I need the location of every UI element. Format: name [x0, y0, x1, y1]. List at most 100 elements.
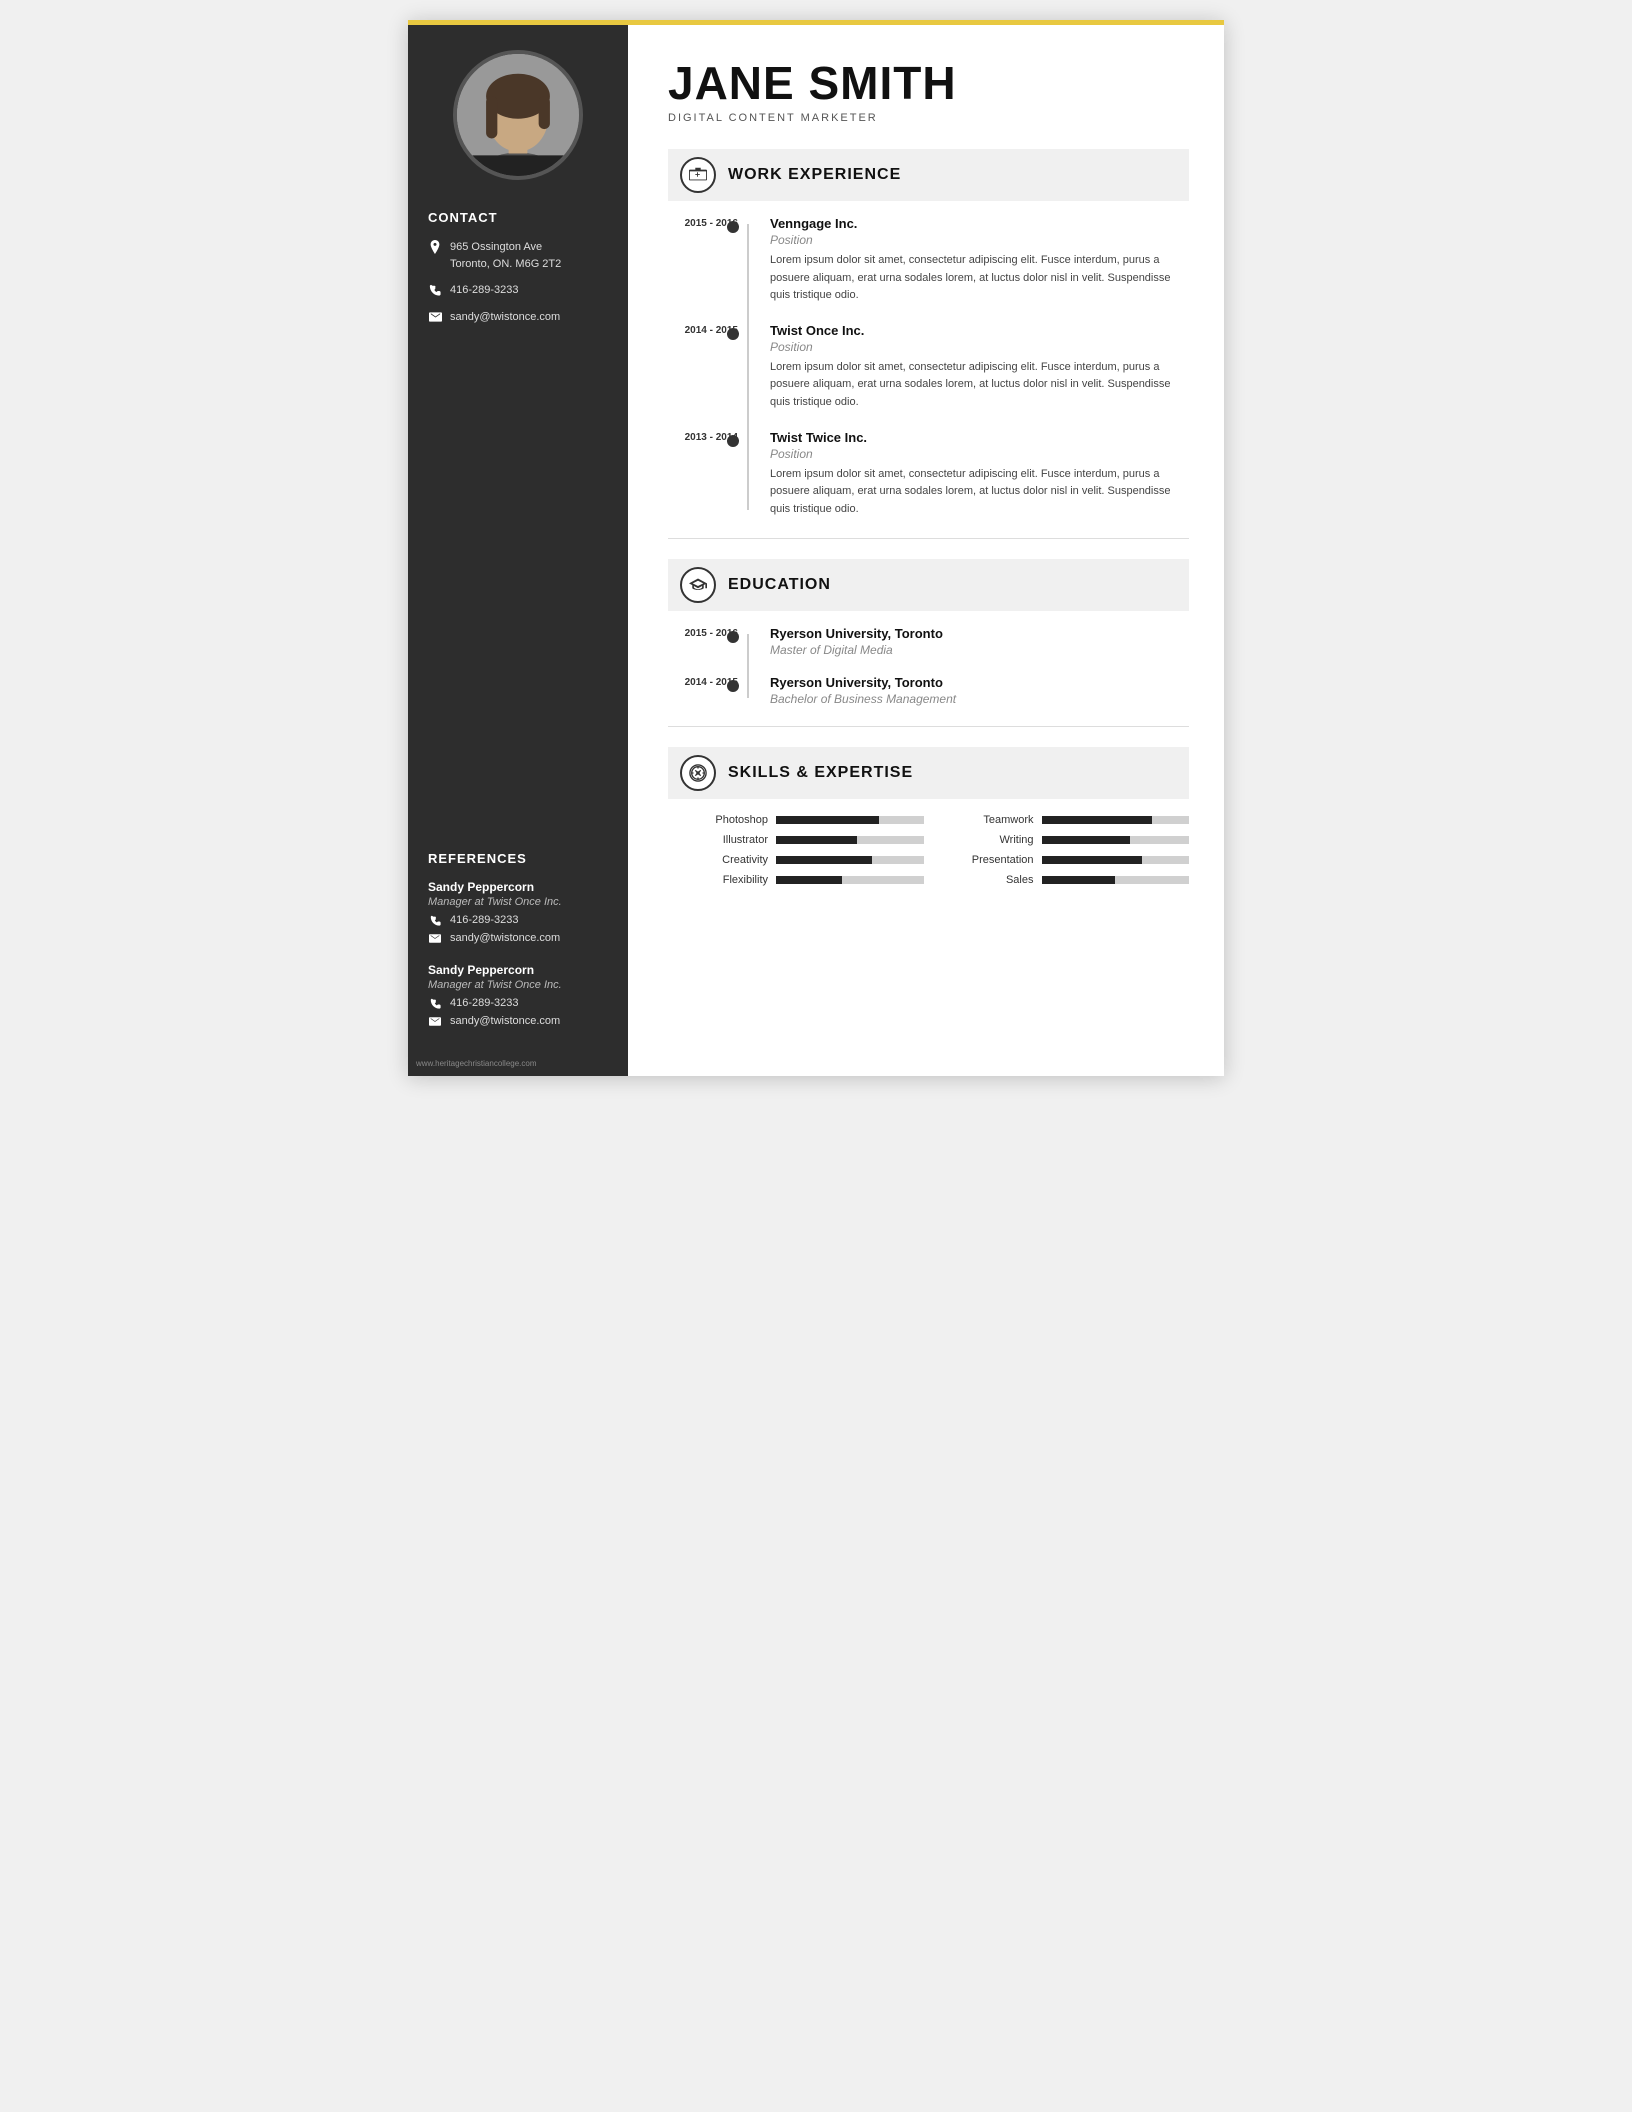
address-item: 965 Ossington Ave Toronto, ON. M6G 2T2	[428, 239, 608, 272]
ref1-name: Sandy Peppercorn	[428, 880, 608, 894]
work-content-1: Venngage Inc. Position Lorem ipsum dolor…	[748, 216, 1189, 305]
skill-teamwork: Teamwork	[954, 814, 1190, 826]
ref1-email-text: sandy@twistonce.com	[450, 932, 560, 944]
skills-section: SKILLS & EXPERTISE Photoshop Teamwork	[668, 747, 1189, 886]
work-experience-section: WORK EXPERIENCE 2015 - 2016 Venngage Inc…	[668, 149, 1189, 518]
skill-bar-bg-sales	[1042, 876, 1190, 884]
skill-creativity: Creativity	[688, 854, 924, 866]
main-content: JANE SMITH DIGITAL CONTENT MARKETER WORK…	[628, 20, 1224, 1076]
work-company-1: Venngage Inc.	[770, 216, 1189, 231]
work-content-3: Twist Twice Inc. Position Lorem ipsum do…	[748, 430, 1189, 519]
ref1-email-icon	[428, 931, 442, 945]
skill-name-writing: Writing	[954, 834, 1034, 846]
skill-bar-bg-teamwork	[1042, 816, 1190, 824]
skill-name-illustrator: Illustrator	[688, 834, 768, 846]
skill-presentation: Presentation	[954, 854, 1190, 866]
skills-header: SKILLS & EXPERTISE	[668, 747, 1189, 799]
education-header: EDUCATION	[668, 559, 1189, 611]
divider-2	[668, 726, 1189, 727]
ref2-phone-icon	[428, 996, 442, 1010]
ref2-phone-text: 416-289-3233	[450, 997, 519, 1009]
skill-name-creativity: Creativity	[688, 854, 768, 866]
location-icon	[428, 240, 442, 254]
skill-name-flexibility: Flexibility	[688, 874, 768, 886]
skill-bar-bg-creativity	[776, 856, 924, 864]
edu-entry-2: 2014 - 2015 Ryerson University, Toronto …	[668, 675, 1189, 706]
work-entry-2: 2014 - 2015 Twist Once Inc. Position Lor…	[668, 323, 1189, 412]
work-desc-1: Lorem ipsum dolor sit amet, consectetur …	[770, 252, 1189, 305]
ref2-email: sandy@twistonce.com	[428, 1014, 608, 1028]
briefcase-icon	[680, 157, 716, 193]
graduation-icon	[680, 567, 716, 603]
timeline-dot-2	[727, 328, 739, 340]
skill-bar-fill-creativity	[776, 856, 872, 864]
address-line1: 965 Ossington Ave	[450, 239, 561, 256]
phone-text: 416-289-3233	[450, 282, 519, 299]
education-timeline: 2015 - 2016 Ryerson University, Toronto …	[668, 626, 1189, 706]
skill-bar-bg-photoshop	[776, 816, 924, 824]
edu-content-1: Ryerson University, Toronto Master of Di…	[748, 626, 1189, 657]
work-position-1: Position	[770, 233, 1189, 247]
skill-sales: Sales	[954, 874, 1190, 886]
skill-name-presentation: Presentation	[954, 854, 1034, 866]
ref1-email: sandy@twistonce.com	[428, 931, 608, 945]
work-entry-3: 2013 - 2014 Twist Twice Inc. Position Lo…	[668, 430, 1189, 519]
work-content-2: Twist Once Inc. Position Lorem ipsum dol…	[748, 323, 1189, 412]
skills-label: SKILLS & EXPERTISE	[728, 764, 913, 782]
skill-bar-fill-flexibility	[776, 876, 842, 884]
work-entry-1: 2015 - 2016 Venngage Inc. Position Lorem…	[668, 216, 1189, 305]
edu-degree-1: Master of Digital Media	[770, 643, 1189, 657]
ref2-email-icon	[428, 1014, 442, 1028]
edu-school-1: Ryerson University, Toronto	[770, 626, 1189, 641]
ref2-phone: 416-289-3233	[428, 996, 608, 1010]
reference-2: Sandy Peppercorn Manager at Twist Once I…	[428, 963, 608, 1028]
skill-bar-fill-sales	[1042, 876, 1116, 884]
work-desc-3: Lorem ipsum dolor sit amet, consectetur …	[770, 466, 1189, 519]
full-name: JANE SMITH	[668, 60, 1189, 106]
ref1-phone-icon	[428, 913, 442, 927]
work-position-3: Position	[770, 447, 1189, 461]
skill-name-teamwork: Teamwork	[954, 814, 1034, 826]
skill-writing: Writing	[954, 834, 1190, 846]
phone-icon	[428, 283, 442, 297]
education-label: EDUCATION	[728, 576, 831, 594]
ref1-phone: 416-289-3233	[428, 913, 608, 927]
ref2-title: Manager at Twist Once Inc.	[428, 979, 608, 991]
skill-name-photoshop: Photoshop	[688, 814, 768, 826]
skill-name-sales: Sales	[954, 874, 1034, 886]
edu-entry-1: 2015 - 2016 Ryerson University, Toronto …	[668, 626, 1189, 657]
work-position-2: Position	[770, 340, 1189, 354]
work-experience-header: WORK EXPERIENCE	[668, 149, 1189, 201]
work-desc-2: Lorem ipsum dolor sit amet, consectetur …	[770, 359, 1189, 412]
timeline-dot-1	[727, 221, 739, 233]
skill-bar-bg-illustrator	[776, 836, 924, 844]
work-company-3: Twist Twice Inc.	[770, 430, 1189, 445]
skill-bar-fill-teamwork	[1042, 816, 1153, 824]
education-section: EDUCATION 2015 - 2016 Ryerson University…	[668, 559, 1189, 706]
email-icon	[428, 310, 442, 324]
skill-bar-bg-presentation	[1042, 856, 1190, 864]
sidebar: CONTACT 965 Ossington Ave Toronto, ON. M…	[408, 20, 628, 1076]
resume-container: CONTACT 965 Ossington Ave Toronto, ON. M…	[408, 20, 1224, 1076]
contact-section: CONTACT 965 Ossington Ave Toronto, ON. M…	[428, 210, 608, 335]
name-block: JANE SMITH DIGITAL CONTENT MARKETER	[668, 55, 1189, 124]
work-timeline: 2015 - 2016 Venngage Inc. Position Lorem…	[668, 216, 1189, 518]
ref1-phone-text: 416-289-3233	[450, 914, 519, 926]
email-item: sandy@twistonce.com	[428, 309, 608, 326]
contact-heading: CONTACT	[428, 210, 608, 225]
skill-photoshop: Photoshop	[688, 814, 924, 826]
email-text: sandy@twistonce.com	[450, 309, 560, 326]
ref2-name: Sandy Peppercorn	[428, 963, 608, 977]
skill-flexibility: Flexibility	[688, 874, 924, 886]
phone-item: 416-289-3233	[428, 282, 608, 299]
ref1-title: Manager at Twist Once Inc.	[428, 896, 608, 908]
skill-bar-bg-writing	[1042, 836, 1190, 844]
reference-1: Sandy Peppercorn Manager at Twist Once I…	[428, 880, 608, 945]
skill-bar-fill-presentation	[1042, 856, 1142, 864]
skill-bar-fill-writing	[1042, 836, 1131, 844]
references-heading: REFERENCES	[428, 851, 608, 866]
avatar	[453, 50, 583, 180]
job-title: DIGITAL CONTENT MARKETER	[668, 112, 1189, 124]
divider-1	[668, 538, 1189, 539]
address-line2: Toronto, ON. M6G 2T2	[450, 256, 561, 273]
